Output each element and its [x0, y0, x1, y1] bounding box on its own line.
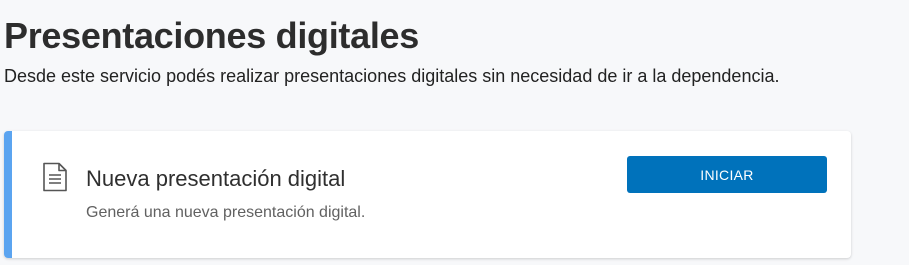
document-icon	[42, 162, 68, 192]
page: Presentaciones digitales Desde este serv…	[0, 0, 909, 265]
page-title: Presentaciones digitales	[4, 15, 419, 56]
page-subtitle: Desde este servicio podés realizar prese…	[4, 66, 780, 86]
start-button[interactable]: INICIAR	[627, 156, 827, 193]
card-accent-bar	[4, 131, 12, 258]
new-presentation-card: Nueva presentación digital Generá una nu…	[4, 131, 851, 258]
card-description: Generá una nueva presentación digital.	[86, 204, 366, 221]
card-title: Nueva presentación digital	[86, 166, 346, 191]
